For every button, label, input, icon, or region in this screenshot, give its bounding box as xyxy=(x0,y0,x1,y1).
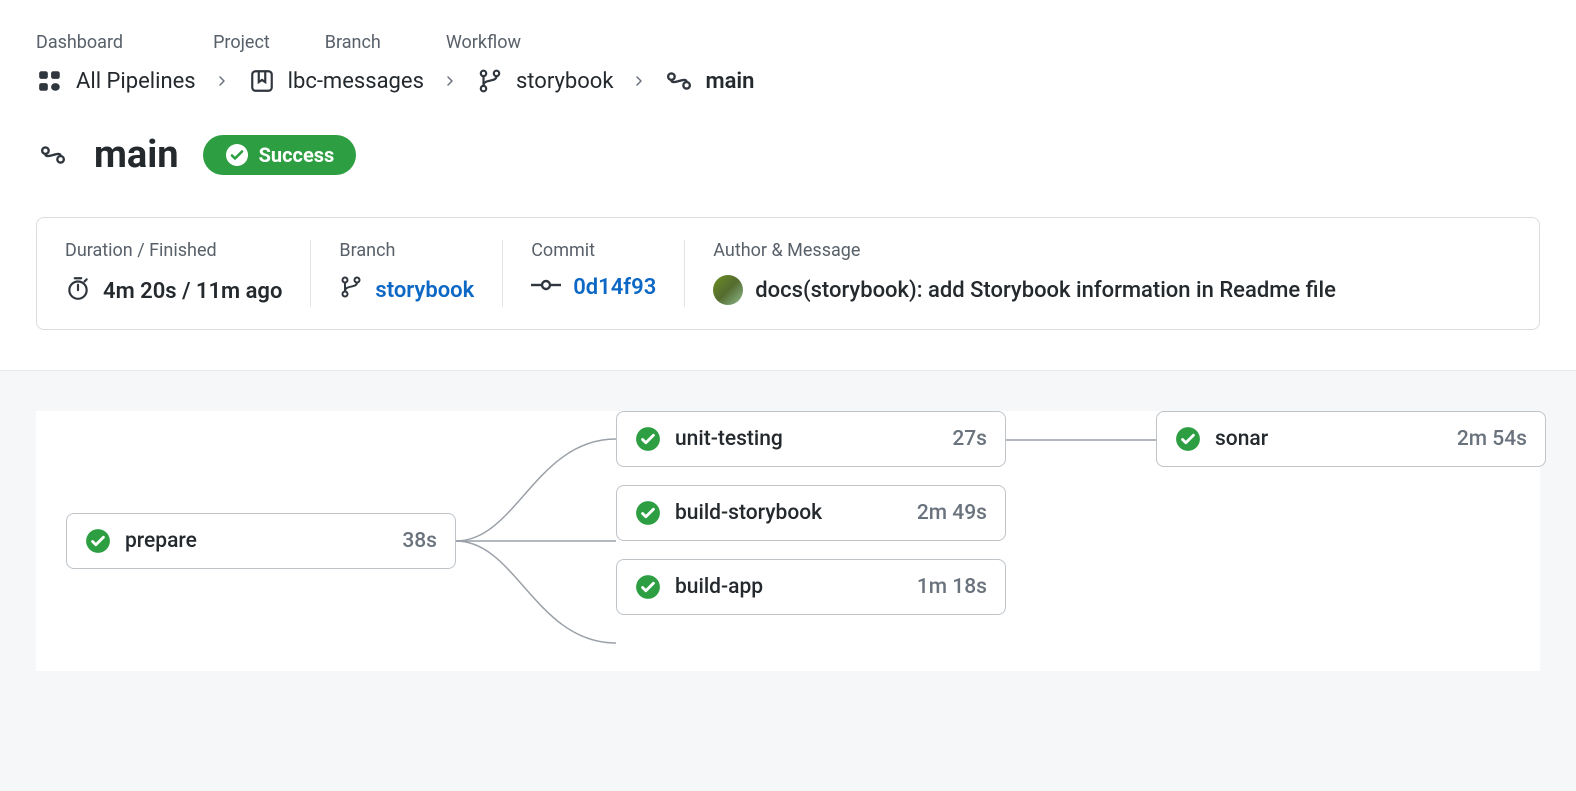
breadcrumb: All Pipelines lbc-messages storybook xyxy=(36,67,1540,95)
check-circle-icon xyxy=(225,143,249,167)
bookmark-icon xyxy=(248,67,276,95)
info-label-author: Author & Message xyxy=(713,240,1483,261)
job-name: sonar xyxy=(1215,427,1268,451)
breadcrumb-item-dashboard[interactable]: All Pipelines xyxy=(36,67,196,95)
check-circle-icon xyxy=(635,574,661,600)
check-circle-icon xyxy=(635,500,661,526)
breadcrumb-label-workflow: Workflow xyxy=(446,32,521,53)
info-section-commit: Commit 0d14f93 xyxy=(502,240,684,307)
breadcrumb-workflow-text: main xyxy=(705,69,754,94)
breadcrumb-label-branch: Branch xyxy=(325,32,381,53)
commit-link[interactable]: 0d14f93 xyxy=(573,275,656,300)
job-duration: 27s xyxy=(952,427,987,451)
workflow-graph: prepare 38s unit-testing 27s build-story… xyxy=(36,411,1540,671)
job-name: build-storybook xyxy=(675,501,822,525)
breadcrumb-label-dashboard: Dashboard xyxy=(36,32,123,53)
stopwatch-icon xyxy=(65,275,91,307)
job-duration: 38s xyxy=(402,529,437,553)
breadcrumb-item-workflow[interactable]: main xyxy=(665,67,754,95)
job-duration: 2m 54s xyxy=(1457,427,1527,451)
info-section-duration: Duration / Finished 4m 20s / 11m ago xyxy=(65,240,310,307)
info-label-duration: Duration / Finished xyxy=(65,240,282,261)
job-node-build-storybook[interactable]: build-storybook 2m 49s xyxy=(616,485,1006,541)
status-badge-text: Success xyxy=(259,143,335,167)
job-duration: 1m 18s xyxy=(917,575,987,599)
workflow-icon xyxy=(665,67,693,95)
info-section-branch: Branch storybook xyxy=(310,240,502,307)
breadcrumb-item-branch[interactable]: storybook xyxy=(476,67,614,95)
breadcrumb-column-labels: Dashboard Project Branch Workflow xyxy=(36,32,1540,53)
job-node-unit-testing[interactable]: unit-testing 27s xyxy=(616,411,1006,467)
job-node-prepare[interactable]: prepare 38s xyxy=(66,513,456,569)
breadcrumb-dashboard-text: All Pipelines xyxy=(76,69,196,94)
workflow-info-card: Duration / Finished 4m 20s / 11m ago Bra… xyxy=(36,217,1540,330)
branch-icon xyxy=(339,275,363,305)
breadcrumb-item-project[interactable]: lbc-messages xyxy=(248,67,424,95)
chevron-right-icon xyxy=(444,71,456,92)
info-value-duration: 4m 20s / 11m ago xyxy=(103,279,282,304)
job-name: prepare xyxy=(125,529,197,553)
check-circle-icon xyxy=(85,528,111,554)
workflow-graph-area: prepare 38s unit-testing 27s build-story… xyxy=(0,370,1576,791)
workflow-icon xyxy=(36,138,70,172)
branch-link[interactable]: storybook xyxy=(375,278,474,303)
info-label-commit: Commit xyxy=(531,240,656,261)
chevron-right-icon xyxy=(216,71,228,92)
commit-message: docs(storybook): add Storybook informati… xyxy=(755,278,1336,303)
branch-icon xyxy=(476,67,504,95)
chevron-right-icon xyxy=(633,71,645,92)
author-avatar xyxy=(713,275,743,305)
workflow-title-row: main Success xyxy=(36,133,1540,177)
pipelines-icon xyxy=(36,67,64,95)
job-duration: 2m 49s xyxy=(917,501,987,525)
job-name: build-app xyxy=(675,575,763,599)
breadcrumb-branch-text: storybook xyxy=(516,69,614,94)
info-label-branch: Branch xyxy=(339,240,474,261)
breadcrumb-project-text: lbc-messages xyxy=(288,69,424,94)
breadcrumb-label-project: Project xyxy=(213,32,270,53)
job-node-build-app[interactable]: build-app 1m 18s xyxy=(616,559,1006,615)
commit-icon xyxy=(531,275,561,300)
check-circle-icon xyxy=(635,426,661,452)
workflow-title: main xyxy=(94,133,179,177)
check-circle-icon xyxy=(1175,426,1201,452)
job-name: unit-testing xyxy=(675,427,783,451)
job-node-sonar[interactable]: sonar 2m 54s xyxy=(1156,411,1546,467)
status-badge-success: Success xyxy=(203,135,357,175)
info-section-author: Author & Message docs(storybook): add St… xyxy=(684,240,1511,307)
